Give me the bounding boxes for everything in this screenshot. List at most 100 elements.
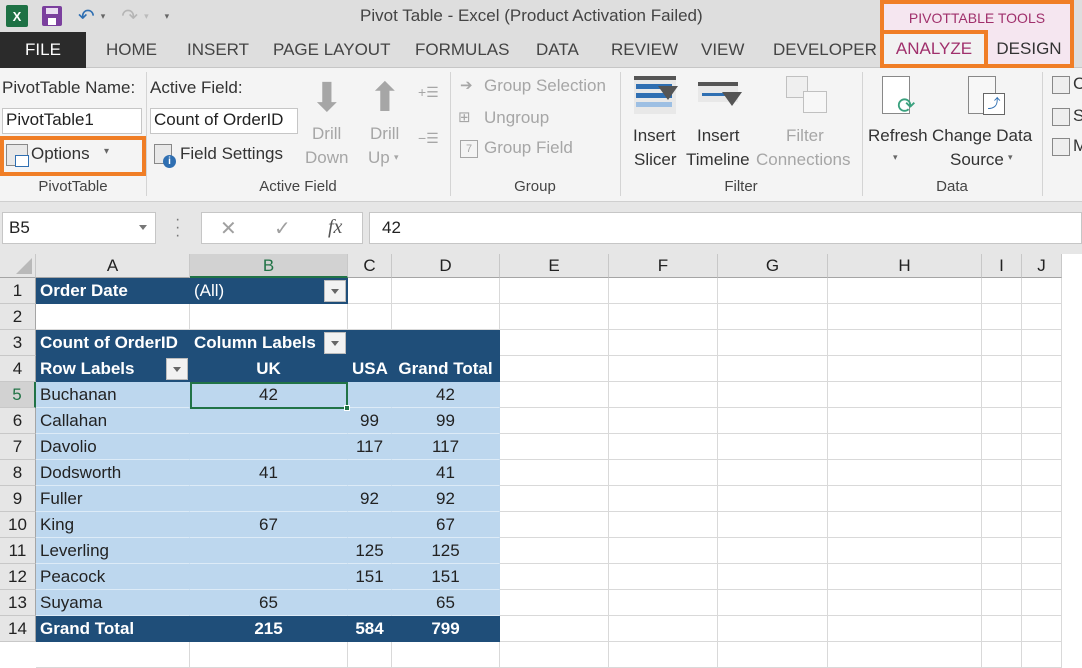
filter-connections-label-2[interactable]: Connections [756,150,851,170]
refresh-dropdown-icon[interactable]: ▾ [893,152,898,163]
pivot-row-label[interactable]: Buchanan [36,382,190,408]
cell[interactable] [500,512,609,538]
pivot-value-total[interactable]: 125 [392,538,500,564]
cell[interactable] [609,304,718,330]
move-pivottable-button[interactable]: M [1073,136,1082,156]
cell[interactable] [982,642,1022,668]
cell[interactable] [982,460,1022,486]
tab-design[interactable]: DESIGN [988,32,1074,68]
column-header-h[interactable]: H [828,254,982,278]
row-header-4[interactable]: 4 [0,356,36,382]
cell[interactable] [718,616,828,642]
row-header-12[interactable]: 12 [0,564,36,590]
cell[interactable] [828,408,982,434]
cell[interactable] [982,408,1022,434]
tab-data[interactable]: DATA [534,32,581,68]
cell[interactable] [609,538,718,564]
cell[interactable] [500,590,609,616]
tab-insert[interactable]: INSERT [185,32,251,68]
row-header-5[interactable]: 5 [0,382,36,408]
tab-formulas[interactable]: FORMULAS [413,32,511,68]
drill-up-label-1[interactable]: Drill [370,124,399,144]
cell[interactable] [718,512,828,538]
cell[interactable] [982,330,1022,356]
cell[interactable] [500,330,609,356]
pivot-value-uk[interactable] [190,434,348,460]
cell[interactable] [500,356,609,382]
ungroup-button[interactable]: Ungroup [484,108,549,128]
cell[interactable] [500,642,609,668]
pivot-value-total[interactable]: 151 [392,564,500,590]
pivot-value-total[interactable]: 42 [392,382,500,408]
row-header-3[interactable]: 3 [0,330,36,356]
cell[interactable] [609,616,718,642]
cell[interactable] [1022,382,1062,408]
cell[interactable] [828,616,982,642]
pivot-value-usa[interactable]: 125 [348,538,392,564]
cell[interactable] [1022,304,1062,330]
undo-icon[interactable]: ↶ [78,4,95,29]
redo-icon[interactable]: ↷ [121,4,138,29]
insert-slicer-label-1[interactable]: Insert [633,126,676,146]
cell[interactable] [1022,330,1062,356]
pivot-value-uk[interactable] [190,486,348,512]
options-button[interactable]: Options [31,144,90,164]
cell[interactable] [609,512,718,538]
change-source-dropdown-icon[interactable]: ▾ [1008,152,1013,163]
cell[interactable] [718,538,828,564]
select-all-button[interactable] [0,254,36,278]
column-header-c[interactable]: C [348,254,392,278]
excel-icon[interactable]: X [6,5,28,27]
pivot-value-total[interactable]: 67 [392,512,500,538]
order-date-filter-dropdown[interactable] [324,280,346,302]
group-selection-button[interactable]: Group Selection [484,76,606,96]
report-filter-label[interactable]: Order Date [36,278,190,304]
grand-total-value[interactable]: 799 [392,616,500,642]
cell[interactable] [828,486,982,512]
tab-analyze[interactable]: ANALYZE [880,30,988,68]
cell[interactable] [718,564,828,590]
tab-review[interactable]: REVIEW [609,32,680,68]
pivot-value-uk[interactable] [190,538,348,564]
tab-developer[interactable]: DEVELOPER [771,32,879,68]
cell[interactable] [718,330,828,356]
cell[interactable] [828,590,982,616]
column-header-a[interactable]: A [36,254,190,278]
cell[interactable] [1022,590,1062,616]
field-settings-button[interactable]: Field Settings [180,144,283,164]
pivot-value-uk[interactable]: 65 [190,590,348,616]
cell[interactable] [609,408,718,434]
row-header-10[interactable]: 10 [0,512,36,538]
row-header-14[interactable]: 14 [0,616,36,642]
pivot-row-label[interactable]: King [36,512,190,538]
pivot-value-total[interactable]: 92 [392,486,500,512]
cell[interactable] [1022,564,1062,590]
cell[interactable] [828,460,982,486]
cell[interactable] [1022,486,1062,512]
column-header-usa[interactable]: USA [348,356,392,382]
cell[interactable] [982,590,1022,616]
drill-up-label-2[interactable]: Up [368,148,390,168]
tab-view[interactable]: VIEW [699,32,746,68]
pivot-value-usa[interactable] [348,512,392,538]
cell[interactable] [828,538,982,564]
name-box[interactable]: B5 [2,212,156,244]
cell[interactable] [609,356,718,382]
cell[interactable] [828,356,982,382]
cell[interactable] [609,564,718,590]
row-labels-filter-dropdown[interactable] [166,358,188,380]
fill-handle[interactable] [344,405,350,411]
insert-slicer-label-2[interactable]: Slicer [634,150,677,170]
column-header-d[interactable]: D [392,254,500,278]
pivot-value-total[interactable]: 99 [392,408,500,434]
cell[interactable] [392,642,500,668]
name-box-dropdown-icon[interactable] [139,225,147,230]
cell[interactable] [828,512,982,538]
cell[interactable] [609,278,718,304]
pivot-value-uk[interactable]: 41 [190,460,348,486]
cell[interactable] [609,460,718,486]
group-field-button[interactable]: Group Field [484,138,573,158]
column-header-f[interactable]: F [609,254,718,278]
cell[interactable] [828,642,982,668]
cell[interactable] [982,538,1022,564]
